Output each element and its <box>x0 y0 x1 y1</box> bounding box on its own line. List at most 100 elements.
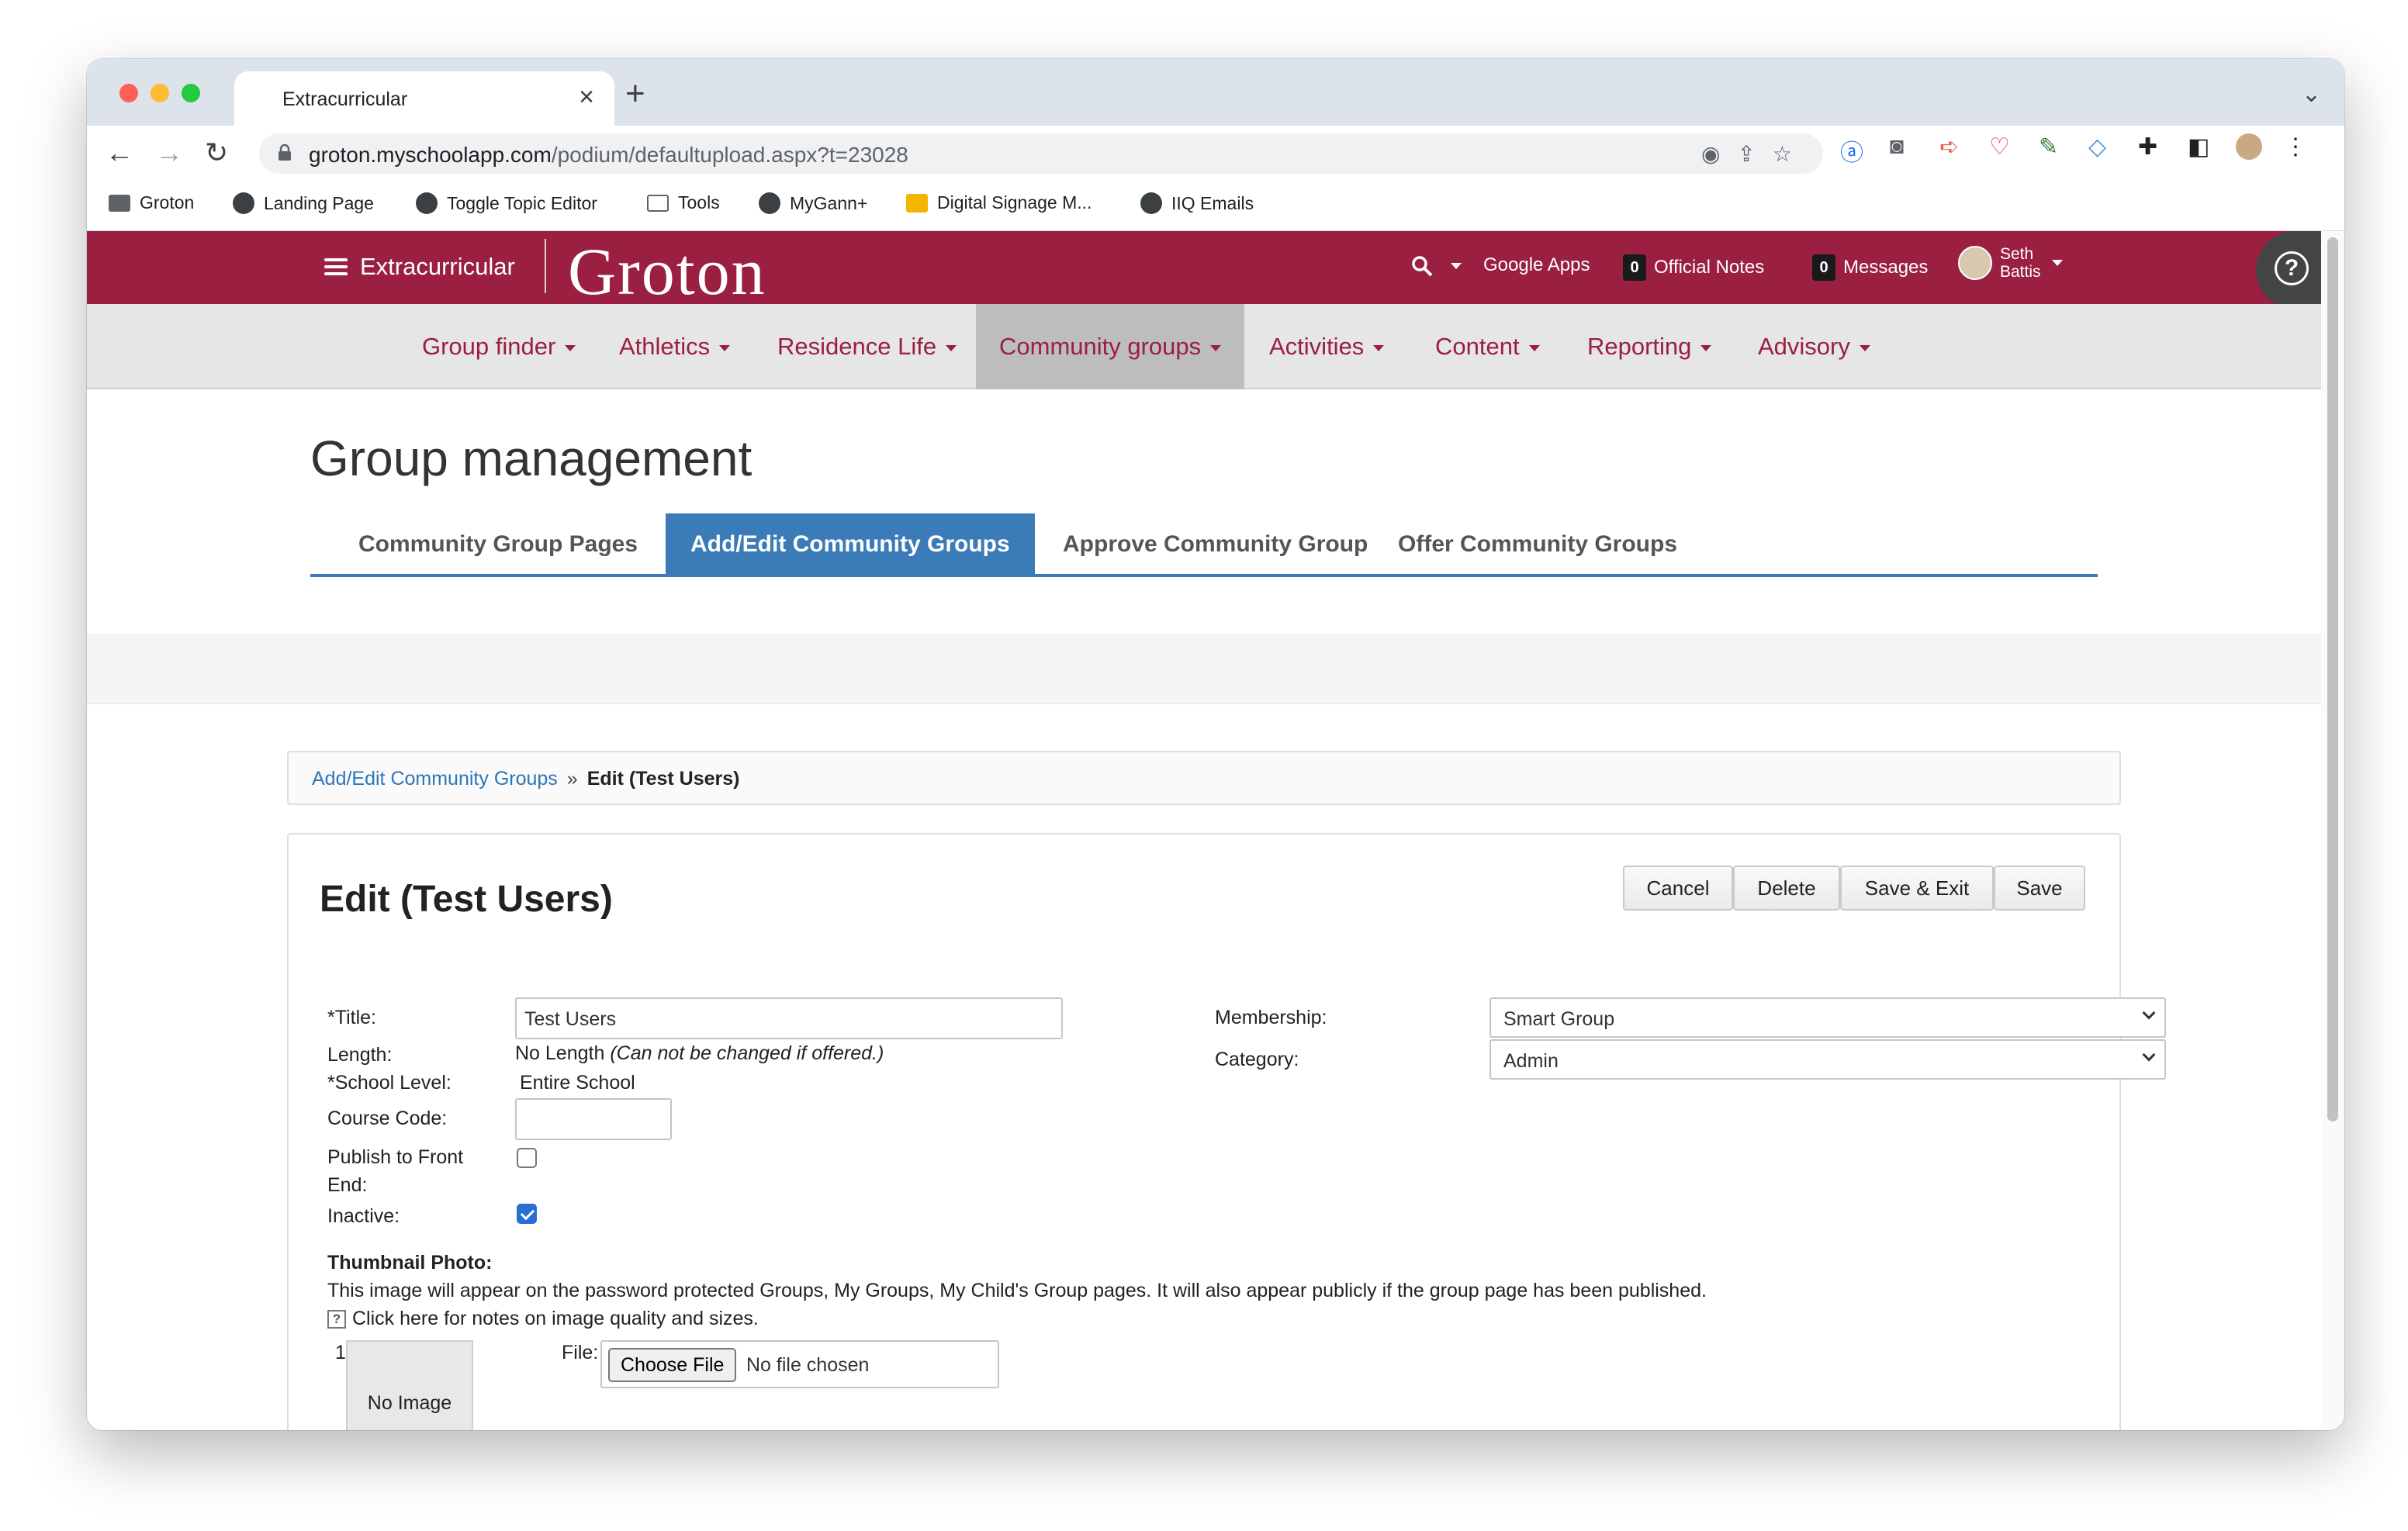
star-icon[interactable]: ☆ <box>1773 142 1809 166</box>
help-button[interactable]: ? <box>2256 231 2321 309</box>
help-icon: ? <box>2275 251 2309 285</box>
new-tab-icon[interactable]: + <box>625 74 645 113</box>
browser-tab[interactable]: Extracurricular × <box>234 71 614 126</box>
extension-arrow-icon[interactable]: ➪ <box>1939 133 1959 161</box>
nav-activities[interactable]: Activities <box>1246 304 1407 389</box>
bookmark-digital-signage[interactable]: Digital Signage M... <box>906 192 1092 213</box>
extension-diamond-icon[interactable]: ◇ <box>2088 133 2106 161</box>
image-notes-link[interactable]: ? Click here for notes on image quality a… <box>327 1308 759 1330</box>
pocket-icon[interactable]: ♡ <box>1989 133 2010 161</box>
close-window-button[interactable] <box>119 84 138 102</box>
file-status: No file chosen <box>746 1354 870 1376</box>
save-exit-button[interactable]: Save & Exit <box>1840 866 1994 911</box>
puzzle-icon[interactable]: ✚ <box>2138 133 2157 161</box>
scrollbar-thumb[interactable] <box>2327 237 2338 1121</box>
user-menu[interactable]: Seth Battis <box>1958 245 2063 281</box>
tab-title: Extracurricular <box>282 88 408 110</box>
close-tab-icon[interactable]: × <box>579 82 594 112</box>
extension-pen-icon[interactable]: ✎ <box>2039 133 2058 161</box>
nav-advisory[interactable]: Advisory <box>1735 304 1894 389</box>
edit-heading: Edit (Test Users) <box>320 879 613 920</box>
school-logo[interactable]: Groton <box>568 233 766 310</box>
nav-community-groups[interactable]: Community groups <box>976 304 1245 389</box>
official-notes-link[interactable]: 0 Official Notes <box>1623 254 1764 281</box>
course-code-input[interactable] <box>515 1098 672 1140</box>
chevron-down-icon <box>946 344 957 351</box>
eye-off-icon[interactable]: ◉ <box>1701 142 1737 166</box>
title-label: *Title: <box>327 1007 376 1028</box>
chevron-down-icon <box>719 344 731 351</box>
subtab-underline <box>310 574 2098 577</box>
bookmark-tools[interactable]: Tools <box>647 192 720 213</box>
chevron-down-icon <box>1373 344 1385 351</box>
nav-athletics[interactable]: Athletics <box>596 304 753 389</box>
extension-at-icon[interactable]: ⓐ <box>1840 133 1863 168</box>
nav-content[interactable]: Content <box>1412 304 1563 389</box>
address-bar[interactable]: groton.myschoolapp.com/podium/defaultupl… <box>259 133 1823 174</box>
page-title: Group management <box>310 430 752 486</box>
save-button[interactable]: Save <box>1994 866 2085 911</box>
chevron-down-icon <box>2142 1006 2156 1020</box>
title-input[interactable]: Test Users <box>515 997 1063 1039</box>
nav-group-finder[interactable]: Group finder <box>399 304 599 389</box>
publish-checkbox[interactable] <box>517 1148 537 1168</box>
tab-approve-community-group[interactable]: Approve Community Group <box>1038 513 1393 575</box>
bookmark-mygann[interactable]: MyGann+ <box>759 192 867 214</box>
bookmark-landing-page[interactable]: Landing Page <box>233 192 374 214</box>
category-label: Category: <box>1215 1049 1299 1070</box>
hamburger-icon <box>324 258 348 275</box>
school-level-value: Entire School <box>520 1072 635 1094</box>
kebab-menu-icon[interactable]: ⋮ <box>2284 133 2307 161</box>
content-band <box>87 634 2321 704</box>
share-icon[interactable]: ⇪ <box>1737 142 1772 166</box>
sidepanel-icon[interactable]: ◧ <box>2188 133 2209 161</box>
nav-reporting[interactable]: Reporting <box>1564 304 1735 389</box>
tab-add-edit-community-groups[interactable]: Add/Edit Community Groups <box>666 513 1035 575</box>
choose-file-button[interactable]: Choose File <box>608 1348 737 1382</box>
bookmark-iiq-emails[interactable]: IIQ Emails <box>1140 192 1254 214</box>
lock-icon <box>279 144 291 161</box>
slides-icon <box>906 193 928 213</box>
inactive-checkbox[interactable] <box>517 1204 537 1224</box>
maximize-window-button[interactable] <box>182 84 200 102</box>
course-code-label: Course Code: <box>327 1108 448 1129</box>
app-menu-button[interactable]: Extracurricular <box>324 253 515 281</box>
search-button[interactable] <box>1410 254 1462 278</box>
site-header: Extracurricular Groton Google Apps 0 Off… <box>87 231 2321 309</box>
minimize-window-button[interactable] <box>150 84 169 102</box>
chevron-down-icon <box>2142 1048 2156 1062</box>
length-value: No Length (Can not be changed if offered… <box>515 1042 884 1064</box>
main-nav: Group finder Athletics Residence Life Co… <box>87 304 2321 389</box>
bookmark-toggle-topic-editor[interactable]: Toggle Topic Editor <box>416 192 597 214</box>
official-notes-badge: 0 <box>1623 254 1646 281</box>
messages-badge: 0 <box>1812 254 1835 281</box>
help-icon: ? <box>327 1310 346 1329</box>
bookmarks-bar: Groton Landing Page Toggle Topic Editor … <box>87 181 2344 231</box>
breadcrumb-current: Edit (Test Users) <box>586 768 740 790</box>
membership-select[interactable]: Smart Group <box>1489 997 2166 1038</box>
tab-search-chevron-icon[interactable]: ⌄ <box>2302 81 2321 108</box>
tab-offer-community-groups[interactable]: Offer Community Groups <box>1373 513 1702 575</box>
google-apps-link[interactable]: Google Apps <box>1483 254 1590 276</box>
chevron-down-icon <box>1859 344 1870 351</box>
tab-community-group-pages[interactable]: Community Group Pages <box>334 513 663 575</box>
messages-link[interactable]: 0 Messages <box>1812 254 1928 281</box>
folder-icon <box>109 194 130 212</box>
reload-icon[interactable]: ↻ <box>205 137 228 169</box>
bookmark-groton[interactable]: Groton <box>109 192 194 213</box>
nav-residence-life[interactable]: Residence Life <box>754 304 980 389</box>
forward-icon[interactable]: → <box>155 137 183 169</box>
tab-strip: Extracurricular × + ⌄ <box>87 59 2344 126</box>
cancel-button[interactable]: Cancel <box>1623 866 1733 911</box>
chevron-down-icon <box>1451 263 1462 269</box>
chevron-down-icon <box>2051 260 2063 266</box>
page-scrollbar[interactable] <box>2321 231 2344 1430</box>
thumbnail-placeholder: No Image <box>346 1340 473 1430</box>
delete-button[interactable]: Delete <box>1733 866 1840 911</box>
camera-icon[interactable]: ◙ <box>1890 133 1904 160</box>
thumbnail-description: This image will appear on the password p… <box>327 1280 1707 1301</box>
back-icon[interactable]: ← <box>106 137 133 169</box>
category-select[interactable]: Admin <box>1489 1039 2166 1080</box>
edit-panel: Edit (Test Users) Cancel Delete Save & E… <box>287 833 2166 1430</box>
breadcrumb-link[interactable]: Add/Edit Community Groups <box>312 768 558 790</box>
